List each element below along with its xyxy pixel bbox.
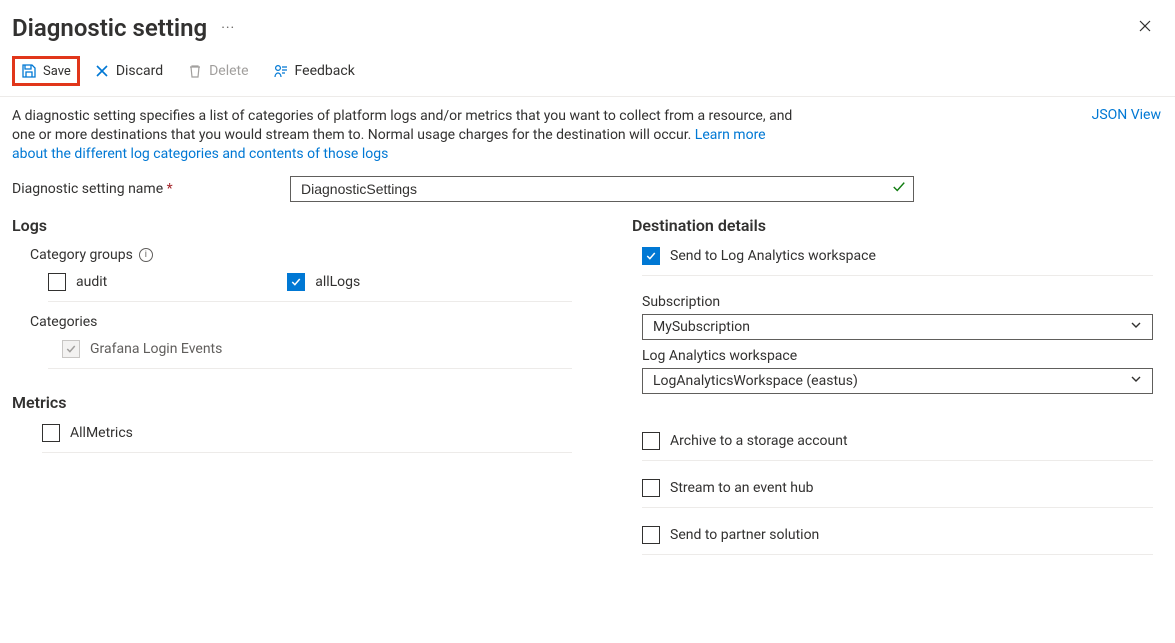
alllogs-checkbox[interactable]: [287, 273, 305, 291]
la-workspace-label: Log Analytics workspace: [642, 348, 1163, 364]
valid-check-icon: [892, 180, 906, 198]
categories-label: Categories: [30, 314, 572, 330]
feedback-icon: [273, 63, 289, 79]
grafana-login-row: Grafana Login Events: [62, 340, 572, 358]
json-view-link[interactable]: JSON View: [1092, 107, 1161, 123]
description-text: A diagnostic setting specifies a list of…: [12, 107, 802, 164]
delete-label: Delete: [209, 63, 248, 79]
chevron-down-icon: [1130, 319, 1142, 334]
info-icon[interactable]: i: [139, 248, 153, 262]
page-title: Diagnostic setting: [12, 14, 207, 42]
allmetrics-row[interactable]: AllMetrics: [42, 424, 572, 442]
more-actions-icon[interactable]: ···: [221, 20, 235, 36]
audit-checkbox-row[interactable]: audit: [48, 273, 107, 291]
metrics-heading: Metrics: [12, 393, 572, 412]
send-la-row[interactable]: Send to Log Analytics workspace: [642, 247, 1163, 265]
subscription-label: Subscription: [642, 294, 1163, 310]
grafana-login-checkbox: [62, 340, 80, 358]
destination-heading: Destination details: [632, 216, 1163, 235]
archive-storage-checkbox[interactable]: [642, 432, 660, 450]
stream-eventhub-row[interactable]: Stream to an event hub: [642, 479, 1163, 497]
feedback-button[interactable]: Feedback: [263, 59, 365, 83]
archive-storage-label: Archive to a storage account: [670, 433, 848, 449]
delete-icon: [187, 63, 203, 79]
setting-name-input[interactable]: [290, 176, 914, 202]
required-asterisk: *: [167, 181, 173, 197]
la-workspace-value: LogAnalyticsWorkspace (eastus): [653, 373, 858, 389]
chevron-down-icon: [1130, 373, 1142, 388]
alllogs-label: allLogs: [315, 274, 360, 290]
category-groups-label: Category groups i: [30, 247, 572, 263]
stream-eventhub-checkbox[interactable]: [642, 479, 660, 497]
send-partner-label: Send to partner solution: [670, 527, 819, 543]
discard-button[interactable]: Discard: [84, 59, 173, 83]
discard-label: Discard: [116, 63, 163, 79]
audit-label: audit: [76, 274, 107, 290]
allmetrics-label: AllMetrics: [70, 425, 133, 441]
save-label: Save: [43, 64, 71, 79]
grafana-login-label: Grafana Login Events: [90, 341, 222, 357]
la-workspace-select[interactable]: LogAnalyticsWorkspace (eastus): [642, 368, 1153, 394]
delete-button: Delete: [177, 59, 258, 83]
send-la-checkbox[interactable]: [642, 247, 660, 265]
save-icon: [21, 63, 37, 79]
save-button[interactable]: Save: [12, 56, 80, 86]
allmetrics-checkbox[interactable]: [42, 424, 60, 442]
audit-checkbox[interactable]: [48, 273, 66, 291]
feedback-label: Feedback: [295, 63, 355, 79]
setting-name-label: Diagnostic setting name *: [12, 181, 290, 197]
alllogs-checkbox-row[interactable]: allLogs: [287, 273, 360, 291]
logs-heading: Logs: [12, 216, 572, 235]
send-partner-row[interactable]: Send to partner solution: [642, 526, 1163, 544]
subscription-select[interactable]: MySubscription: [642, 314, 1153, 340]
discard-icon: [94, 63, 110, 79]
archive-storage-row[interactable]: Archive to a storage account: [642, 432, 1163, 450]
stream-eventhub-label: Stream to an event hub: [670, 480, 814, 496]
send-la-label: Send to Log Analytics workspace: [670, 248, 876, 264]
close-button[interactable]: [1133, 14, 1157, 42]
subscription-value: MySubscription: [653, 319, 750, 335]
send-partner-checkbox[interactable]: [642, 526, 660, 544]
